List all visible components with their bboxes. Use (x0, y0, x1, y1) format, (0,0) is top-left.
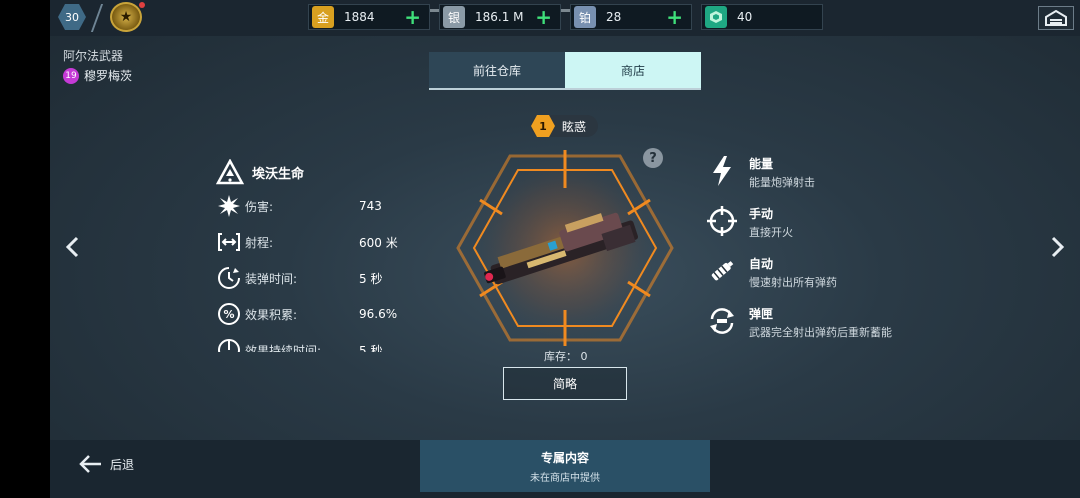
hangar-button[interactable] (1038, 6, 1074, 30)
stat-value: 5 秒 (359, 271, 383, 286)
stat-value: 5 秒 (359, 343, 383, 353)
gold-value: 1884 (344, 10, 375, 24)
currency-platinum[interactable]: 铂 28 + (570, 4, 692, 30)
top-bar: 30 ★ 金 1884 + 银 186.1 M + 铂 28 + 40 (50, 0, 1080, 36)
exclusive-content-panel: 专属内容 未在商店中提供 (420, 440, 710, 492)
silver-value: 186.1 M (475, 10, 524, 24)
player-level-badge[interactable]: 30 (58, 4, 86, 30)
range-icon (216, 229, 242, 255)
damage-burst-icon (216, 193, 242, 219)
stock-count: 库存： 0 (544, 350, 588, 363)
gold-icon: 金 (312, 6, 334, 28)
weapon-class-label: 阿尔法武器 (63, 49, 124, 63)
feature-energy: 能量 能量炮弹射击 (706, 155, 966, 205)
stat-row-effect-accumulation: % 效果积累: 96.6% (216, 296, 426, 332)
feature-desc: 直接开火 (749, 226, 793, 239)
weapon-type-icon (216, 159, 244, 185)
reload-timer-icon (216, 265, 242, 291)
divider (90, 4, 104, 32)
effect-tier-badge: 1 (531, 115, 555, 137)
add-gold-button[interactable]: + (404, 6, 421, 28)
stat-row-range: 射程: 600 米 (216, 224, 426, 260)
back-label: 后退 (110, 457, 135, 472)
effect-name: 眩惑 (562, 119, 587, 134)
stat-label: 伤害: (245, 199, 274, 214)
platinum-icon: 铂 (574, 6, 596, 28)
left-edge-blackout (0, 0, 50, 498)
add-silver-button[interactable]: + (535, 6, 552, 28)
manufacturer-row: 19 穆罗梅茨 (63, 67, 132, 84)
tab-warehouse[interactable]: 前往仓库 (429, 52, 565, 88)
duration-icon (216, 337, 242, 352)
svg-text:%: % (223, 308, 234, 321)
tab-shop[interactable]: 商店 (565, 52, 701, 88)
stat-value: 600 米 (359, 235, 398, 250)
currency-gems[interactable]: 40 (701, 4, 823, 30)
weapon-effect-tag[interactable]: 1 眩惑 (531, 115, 599, 137)
silver-icon: 银 (443, 6, 465, 28)
manufacturer-name: 穆罗梅茨 (84, 69, 133, 83)
manufacturer-level-badge: 19 (63, 67, 79, 84)
weapon-detail-screen: 30 ★ 金 1884 + 银 186.1 M + 铂 28 + 40 阿尔法武… (50, 0, 1080, 498)
feature-title: 弹匣 (749, 307, 774, 321)
stat-label: 效果持续时间: (245, 343, 322, 353)
summary-button[interactable]: 简略 (503, 367, 627, 400)
feature-automatic: 自动 慢速射出所有弹药 (706, 255, 966, 305)
notification-dot (139, 2, 145, 8)
stat-value: 743 (359, 199, 382, 213)
next-weapon-arrow-icon[interactable] (1046, 236, 1070, 264)
currency-silver[interactable]: 银 186.1 M + (439, 4, 561, 30)
stat-row-damage: 伤害: 743 (216, 188, 426, 224)
feature-title: 自动 (749, 257, 774, 271)
weapon-name: 埃沃生命 (252, 166, 305, 182)
weapon-preview (454, 148, 676, 348)
weapon-name-row: 埃沃生命 (216, 156, 426, 188)
weapon-features-list: 能量 能量炮弹射击 手动 直接开火 自动 慢速射出所有弹药 弹匣 武器完全射出弹… (706, 155, 966, 355)
platinum-value: 28 (606, 10, 622, 24)
stat-label: 效果积累: (245, 307, 298, 322)
lightning-icon (706, 155, 738, 187)
feature-desc: 能量炮弹射击 (749, 176, 815, 189)
currency-gold[interactable]: 金 1884 + (308, 4, 430, 30)
percent-icon: % (216, 301, 242, 327)
exclusive-title: 专属内容 (540, 450, 589, 465)
magazine-reload-icon (706, 305, 738, 337)
stat-label: 装弹时间: (245, 271, 298, 286)
feature-manual: 手动 直接开火 (706, 205, 966, 255)
bottom-bar: 后退 专属内容 未在商店中提供 (50, 440, 1080, 498)
crosshair-icon (706, 205, 738, 237)
previous-weapon-arrow-icon[interactable] (60, 236, 84, 264)
feature-magazine: 弹匣 武器完全射出弹药后重新蓄能 (706, 305, 966, 355)
exclusive-subtitle: 未在商店中提供 (530, 472, 600, 484)
auto-fire-icon (706, 255, 738, 287)
stat-row-effect-duration: 效果持续时间: 5 秒 (216, 332, 426, 352)
player-level: 30 (65, 10, 79, 24)
add-platinum-button[interactable]: + (666, 6, 683, 28)
rank-emblem-icon[interactable]: ★ (110, 2, 142, 32)
feature-title: 能量 (749, 157, 774, 171)
stat-row-reload: 装弹时间: 5 秒 (216, 260, 426, 296)
weapon-stats-panel[interactable]: 埃沃生命 伤害: 743 射程: 600 米 装弹时间: 5 秒 % 效果积累:… (216, 156, 426, 352)
stat-value: 96.6% (359, 307, 398, 321)
feature-desc: 慢速射出所有弹药 (749, 276, 837, 289)
feature-title: 手动 (749, 207, 774, 221)
gems-value: 40 (737, 10, 753, 24)
back-button[interactable]: 后退 (78, 454, 134, 474)
hangar-icon (1045, 10, 1067, 26)
gem-icon (705, 6, 727, 28)
tab-underline (429, 88, 701, 90)
feature-desc: 武器完全射出弹药后重新蓄能 (749, 326, 892, 339)
back-arrow-icon (79, 455, 101, 473)
stat-label: 射程: (245, 235, 274, 250)
